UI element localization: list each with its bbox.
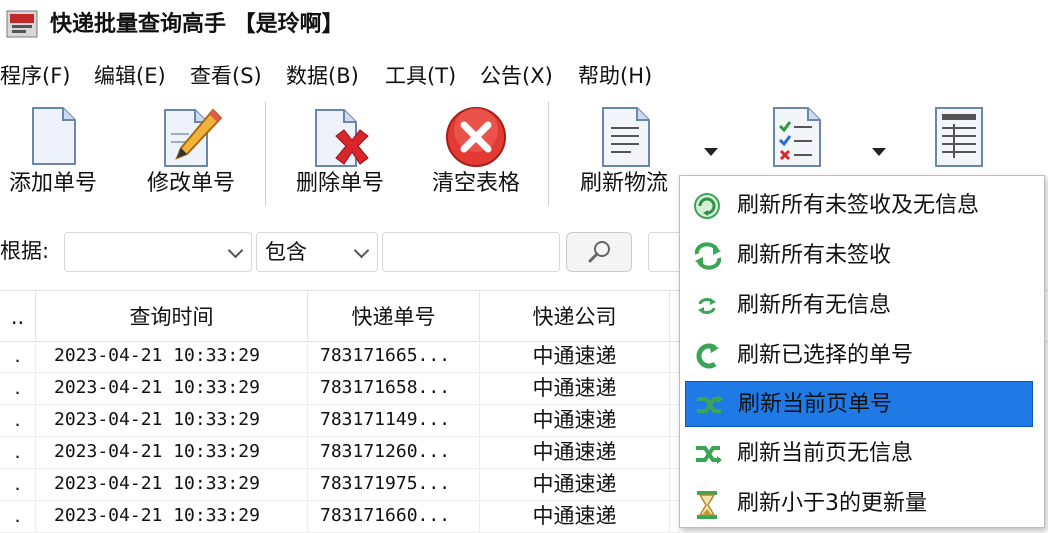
cell-courier: 中通速递: [480, 436, 670, 468]
cell-query-time: 2023-04-21 10:33:29: [36, 436, 308, 468]
table-row[interactable]: . 2023-04-21 10:33:29 783171665... 中通速递: [0, 340, 680, 373]
toolbar-separator: [265, 102, 266, 206]
clear-table-button[interactable]: 清空表格: [422, 98, 530, 218]
column-header-query-time[interactable]: 查询时间: [36, 291, 308, 341]
table-row[interactable]: . 2023-04-21 10:33:29 783171260... 中通速递: [0, 436, 680, 469]
column-header-tracking-number[interactable]: 快递单号: [308, 291, 480, 341]
menu-item-label: 刷新当前页单号: [738, 392, 893, 417]
chevron-down-icon: [353, 242, 370, 259]
column-header-courier[interactable]: 快递公司: [480, 291, 670, 341]
cell-query-time: 2023-04-21 10:33:29: [36, 468, 308, 500]
cell-index: .: [0, 468, 36, 500]
menu-data[interactable]: 数据(B): [286, 56, 359, 96]
query-input[interactable]: [382, 232, 560, 272]
cell-query-time: 2023-04-21 10:33:29: [36, 500, 308, 532]
add-number-label: 添加单号: [8, 171, 97, 196]
column-header-index[interactable]: ..: [0, 291, 36, 341]
menu-item-refresh-current-page[interactable]: 刷新当前页单号: [685, 381, 1033, 427]
menu-item-label: 刷新所有无信息: [737, 293, 892, 318]
menu-bar: 程序(F) 编辑(E) 查看(S) 数据(B) 工具(T) 公告(X) 帮助(H…: [0, 56, 1048, 96]
cell-index: .: [0, 500, 36, 532]
menu-notice[interactable]: 公告(X): [480, 56, 553, 96]
delete-number-label: 删除单号: [295, 171, 384, 196]
cell-tracking-number: 783171260...: [308, 436, 480, 468]
refresh-selected-icon: [696, 343, 719, 369]
menu-item-refresh-unsigned-and-noinfo[interactable]: 刷新所有未签收及无信息: [685, 183, 1033, 229]
window-title: 快递批量查询高手 【是玲啊】: [50, 12, 344, 37]
table-row[interactable]: . 2023-04-21 10:33:29 783171149... 中通速递: [0, 404, 680, 437]
title-bar: 快递批量查询高手 【是玲啊】: [0, 0, 1048, 52]
menu-item-refresh-selected[interactable]: 刷新已选择的单号: [685, 333, 1033, 379]
cell-courier: 中通速递: [480, 468, 670, 500]
chevron-down-icon[interactable]: [704, 148, 718, 156]
refresh-page-icon: [697, 395, 723, 413]
refresh-arrows-icon: [694, 242, 722, 270]
menu-help[interactable]: 帮助(H): [578, 56, 652, 96]
cell-index: .: [0, 436, 36, 468]
filter-by-label: 根据:: [0, 239, 50, 263]
menu-program[interactable]: 程序(F): [0, 56, 70, 96]
menu-item-refresh-low-updates[interactable]: 刷新小于3的更新量: [685, 481, 1033, 527]
clear-x-icon: [446, 107, 506, 167]
menu-item-label: 刷新所有未签收及无信息: [737, 193, 980, 218]
toolbar-separator: [548, 102, 549, 206]
cell-query-time: 2023-04-21 10:33:29: [36, 372, 308, 404]
menu-item-label: 刷新小于3的更新量: [737, 491, 927, 516]
menu-item-refresh-unsigned[interactable]: 刷新所有未签收: [685, 233, 1033, 279]
cell-courier: 中通速递: [480, 340, 670, 372]
results-table: .. 查询时间 快递单号 快递公司 . 2023-04-21 10:33:29 …: [0, 290, 1048, 533]
filter-field-select[interactable]: [64, 232, 252, 272]
cell-index: .: [0, 404, 36, 436]
table-document-icon: [935, 107, 983, 167]
refresh-globe-icon: [694, 193, 720, 219]
table-row[interactable]: . 2023-04-21 10:33:29 783171658... 中通速递: [0, 372, 680, 405]
chevron-down-icon[interactable]: [872, 148, 886, 156]
edit-number-button[interactable]: 修改单号: [136, 98, 246, 218]
match-mode-value: 包含: [265, 240, 307, 264]
cell-tracking-number: 783171975...: [308, 468, 480, 500]
list-document-icon: [602, 107, 650, 167]
app-logo-icon: [6, 9, 38, 41]
table-row[interactable]: . 2023-04-21 10:33:29 783171660... 中通速递: [0, 500, 680, 533]
delete-number-button[interactable]: 删除单号: [286, 98, 394, 218]
refresh-page-noinfo-icon: [696, 446, 722, 464]
cell-tracking-number: 783171149...: [308, 404, 480, 436]
search-button[interactable]: [566, 232, 632, 272]
cell-courier: 中通速递: [480, 500, 670, 532]
menu-edit[interactable]: 编辑(E): [94, 56, 166, 96]
refresh-logistics-button[interactable]: 刷新物流: [570, 98, 682, 218]
menu-item-label: 刷新已选择的单号: [737, 343, 914, 368]
delete-document-icon: [315, 109, 369, 167]
cell-tracking-number: 783171660...: [308, 500, 480, 532]
menu-tools[interactable]: 工具(T): [385, 56, 456, 96]
match-mode-select[interactable]: 包含: [256, 232, 378, 272]
add-number-button[interactable]: 添加单号: [0, 98, 106, 218]
chevron-down-icon: [227, 242, 244, 259]
table-row[interactable]: . 2023-04-21 10:33:29 783171975... 中通速递: [0, 468, 680, 501]
search-icon: [588, 241, 610, 263]
cell-index: .: [0, 340, 36, 372]
cell-courier: 中通速递: [480, 404, 670, 436]
document-icon: [32, 107, 76, 165]
menu-item-label: 刷新所有未签收: [737, 243, 892, 268]
refresh-logistics-label: 刷新物流: [580, 171, 669, 196]
edit-pencil-icon: [164, 108, 223, 167]
checklist-icon: [773, 107, 821, 167]
cell-tracking-number: 783171665...: [308, 340, 480, 372]
cell-index: .: [0, 372, 36, 404]
cell-query-time: 2023-04-21 10:33:29: [36, 340, 308, 372]
cell-courier: 中通速递: [480, 372, 670, 404]
cell-query-time: 2023-04-21 10:33:29: [36, 404, 308, 436]
refresh-small-arrows-icon: [698, 298, 716, 314]
menu-item-label: 刷新当前页无信息: [737, 441, 914, 466]
menu-item-refresh-current-page-noinfo[interactable]: 刷新当前页无信息: [685, 431, 1033, 477]
cell-tracking-number: 783171658...: [308, 372, 480, 404]
clear-table-label: 清空表格: [431, 171, 520, 196]
edit-number-label: 修改单号: [146, 171, 235, 196]
menu-item-refresh-noinfo[interactable]: 刷新所有无信息: [685, 283, 1033, 329]
hourglass-icon: [697, 491, 717, 519]
menu-view[interactable]: 查看(S): [190, 56, 262, 96]
refresh-dropdown-menu: 刷新所有未签收及无信息 刷新所有未签收 刷新所有无信息 刷新已选择的单号 刷新当…: [679, 175, 1045, 528]
